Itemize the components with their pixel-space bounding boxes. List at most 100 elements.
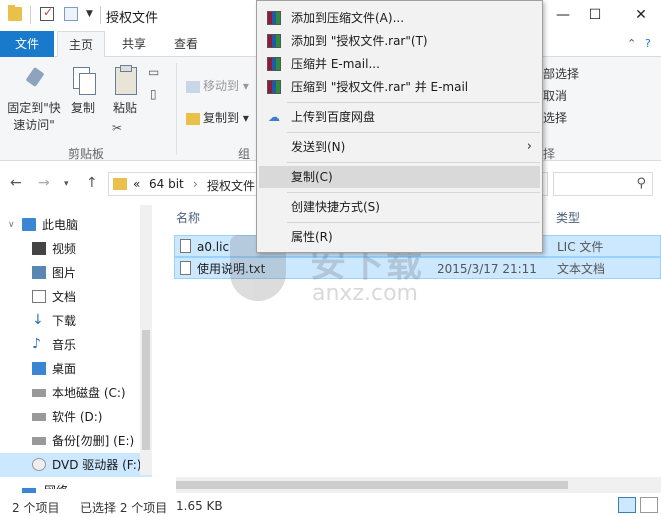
scrollbar-thumb[interactable] — [176, 481, 568, 489]
nav-item-dvd-drive[interactable]: DVD 驱动器 (F:) — [0, 453, 152, 477]
maximize-button[interactable]: ☐ — [580, 4, 610, 26]
menu-item-compress-to-rar-email[interactable]: 压缩到 "授权文件.rar" 并 E-mail — [259, 76, 540, 98]
expand-chevron-icon[interactable]: ∨ — [8, 213, 15, 237]
back-icon[interactable]: ← — [10, 175, 22, 191]
winrar-icon — [267, 80, 281, 94]
paste-label: 粘贴 — [112, 101, 137, 115]
nav-label: 本地磁盘 (C:) — [52, 386, 126, 400]
collapse-ribbon-chevron-icon[interactable]: ⌃ — [627, 37, 636, 50]
select-none-button[interactable]: 取消 — [543, 87, 567, 104]
desktop-icon — [32, 362, 46, 375]
new-folder-icon[interactable] — [64, 7, 78, 21]
nav-item-documents[interactable]: 文档 — [0, 285, 152, 309]
file-row[interactable]: 使用说明.txt 2015/3/17 21:11 文本文档 — [174, 257, 661, 279]
text-file-icon — [180, 261, 191, 275]
nav-item-drive-e[interactable]: 备份[勿删] (E:) — [0, 429, 152, 453]
nav-item-drive-c[interactable]: 本地磁盘 (C:) — [0, 381, 152, 405]
move-to-button[interactable]: 移动到 ▾ — [186, 77, 249, 94]
paste-shortcut-icon[interactable]: ▯ — [150, 87, 157, 101]
tab-home[interactable]: 主页 — [57, 31, 105, 58]
nav-item-videos[interactable]: 视频 — [0, 237, 152, 261]
paste-button[interactable]: 粘贴 — [108, 65, 142, 116]
move-icon — [186, 80, 200, 93]
selected-count: 已选择 2 个项目 — [80, 501, 168, 515]
status-bar: 2 个项目 已选择 2 个项目 1.65 KB — [0, 493, 661, 517]
nav-item-downloads[interactable]: ↓ 下载 — [0, 309, 152, 333]
pin-label-line2: 速访问" — [13, 118, 55, 132]
breadcrumb-64bit[interactable]: 64 bit — [149, 177, 184, 191]
scrollbar-thumb[interactable] — [142, 330, 150, 450]
nav-item-music[interactable]: ♪ 音乐 — [0, 333, 152, 357]
tab-view[interactable]: 查看 — [162, 31, 210, 57]
nav-label: 备份[勿删] (E:) — [52, 434, 135, 448]
column-header-type[interactable]: 类型 — [556, 209, 580, 226]
customize-toolbar-chevron-icon[interactable]: ▼ — [86, 9, 93, 19]
cut-icon[interactable]: ✂ — [112, 121, 122, 135]
menu-item-create-shortcut[interactable]: 创建快捷方式(S) — [259, 196, 540, 218]
winrar-icon — [267, 57, 281, 71]
menu-separator — [287, 192, 540, 193]
menu-separator — [287, 222, 540, 223]
menu-item-send-to[interactable]: 发送到(N) › — [259, 136, 540, 158]
invert-selection-button[interactable]: 选择 — [543, 109, 567, 126]
organize-group-label: 组 — [238, 147, 251, 161]
breadcrumb-overflow[interactable]: « — [133, 177, 140, 191]
nav-label: 文档 — [52, 290, 77, 304]
copy-icon — [70, 65, 96, 95]
breadcrumb-separator[interactable]: › — [193, 177, 198, 191]
menu-separator — [287, 162, 540, 163]
nav-item-pictures[interactable]: 图片 — [0, 261, 152, 285]
paste-icon — [112, 65, 138, 95]
nav-scrollbar[interactable] — [140, 205, 152, 475]
select-group-label: 择 — [543, 147, 556, 161]
help-icon[interactable]: ? — [645, 37, 651, 50]
copy-button[interactable]: 复制 — [66, 65, 100, 116]
forward-icon[interactable]: → — [38, 175, 50, 191]
copy-to-label: 复制到 — [203, 111, 240, 125]
menu-separator — [287, 132, 540, 133]
nav-item-drive-d[interactable]: 软件 (D:) — [0, 405, 152, 429]
menu-separator — [287, 102, 540, 103]
recent-locations-chevron-icon[interactable]: ▾ — [64, 179, 69, 189]
file-list-horizontal-scrollbar[interactable] — [176, 477, 661, 493]
details-view-icon[interactable] — [618, 497, 636, 513]
nav-label: 视频 — [52, 242, 77, 256]
select-all-button[interactable]: 部选择 — [543, 65, 579, 82]
computer-icon — [22, 218, 36, 231]
pin-label-line1: 固定到"快 — [7, 101, 61, 115]
file-name: 使用说明.txt — [197, 262, 266, 276]
nav-label: 网络 — [44, 479, 68, 489]
menu-item-copy[interactable]: 复制(C) — [259, 166, 540, 188]
menu-item-properties[interactable]: 属性(R) — [259, 226, 540, 248]
winrar-icon — [267, 11, 281, 25]
pin-to-quick-access-button[interactable]: 固定到"快 速访问" — [6, 65, 62, 133]
column-header-name[interactable]: 名称 — [176, 209, 200, 226]
tab-share[interactable]: 共享 — [110, 31, 158, 57]
copy-to-button[interactable]: 复制到 ▾ — [186, 109, 249, 126]
file-type: LIC 文件 — [557, 240, 604, 254]
up-icon[interactable]: ↑ — [86, 175, 98, 191]
breadcrumb-current[interactable]: 授权文件 — [207, 177, 255, 194]
menu-item-add-to-archive[interactable]: 添加到压缩文件(A)... — [259, 7, 540, 29]
nav-label: 此电脑 — [42, 218, 79, 232]
close-button[interactable]: ✕ — [626, 4, 656, 26]
baidu-cloud-icon: ☁ — [268, 110, 280, 124]
window-title: 授权文件 — [106, 11, 159, 26]
menu-item-add-to-rar[interactable]: 添加到 "授权文件.rar"(T) — [259, 30, 540, 52]
folder-icon — [8, 5, 22, 21]
copy-to-icon — [186, 112, 200, 125]
menu-item-compress-email[interactable]: 压缩并 E-mail... — [259, 53, 540, 75]
copy-path-icon[interactable]: ▭ — [148, 65, 159, 79]
nav-item-desktop[interactable]: 桌面 — [0, 357, 152, 381]
large-icons-view-icon[interactable] — [640, 497, 658, 513]
menu-item-upload-baidu[interactable]: ☁ 上传到百度网盘 — [259, 106, 540, 128]
menu-label: 发送到(N) — [291, 140, 346, 154]
divider — [30, 6, 31, 24]
nav-item-this-pc[interactable]: ∨ 此电脑 — [0, 213, 152, 237]
navigation-pane: ∨ 此电脑 视频 图片 文档 ↓ 下载 ♪ 音乐 桌面 本地磁盘 (C:) 软件… — [0, 205, 152, 494]
tab-file[interactable]: 文件 — [0, 31, 54, 57]
minimize-button[interactable]: — — [548, 4, 578, 26]
properties-icon[interactable] — [40, 5, 54, 21]
search-input[interactable]: ⚲ — [553, 172, 653, 196]
nav-item-network[interactable]: 网络 — [0, 483, 152, 494]
